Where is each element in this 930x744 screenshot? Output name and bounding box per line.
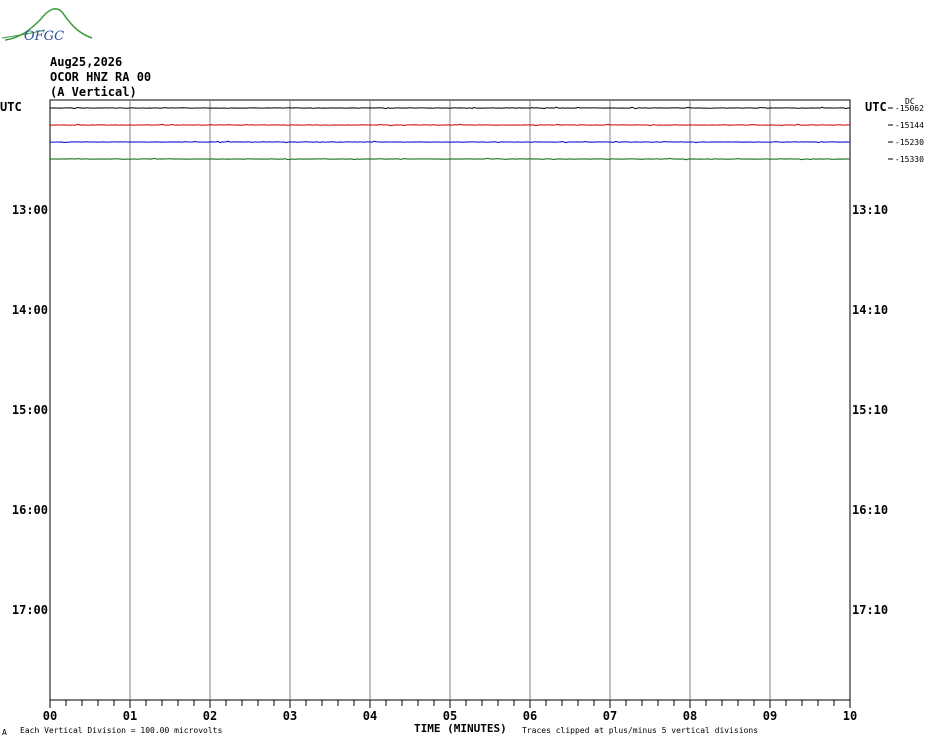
x-tick-label: 05 [443,709,457,723]
scale-note: Each Vertical Division = 100.00 microvol… [20,726,223,735]
helicorder-plot: 00 01 02 03 04 05 06 07 08 09 10 13:00 14:00 15:00 16:… [12,99,924,723]
dc-offset-label: -15230 [895,138,924,147]
dc-offset-label: -15330 [895,155,924,164]
x-tick-label: 07 [603,709,617,723]
x-tick-label: 03 [283,709,297,723]
corner-mark: A [2,728,7,737]
x-tick-label: 10 [843,709,857,723]
row-label-right: 15:10 [852,403,888,417]
row-label-right: 17:10 [852,603,888,617]
x-axis-title: TIME (MINUTES) [414,722,507,735]
row-label-left: 14:00 [12,303,48,317]
row-label-left: 13:00 [12,203,48,217]
row-label-left: 15:00 [12,403,48,417]
row-label-right: 16:10 [852,503,888,517]
row-label-left: 17:00 [12,603,48,617]
dc-offset-label: -15062 [895,104,924,113]
x-tick-label: 02 [203,709,217,723]
x-tick-label: 09 [763,709,777,723]
x-tick-label: 00 [43,709,57,723]
clip-note: Traces clipped at plus/minus 5 vertical … [522,726,759,735]
row-label-right: 14:10 [852,303,888,317]
x-tick-label: 04 [363,709,377,723]
x-tick-label: 06 [523,709,537,723]
row-label-left: 16:00 [12,503,48,517]
x-tick-label: 01 [123,709,137,723]
x-tick-label: 08 [683,709,697,723]
dc-offset-label: -15144 [895,121,924,130]
row-label-right: 13:10 [852,203,888,217]
